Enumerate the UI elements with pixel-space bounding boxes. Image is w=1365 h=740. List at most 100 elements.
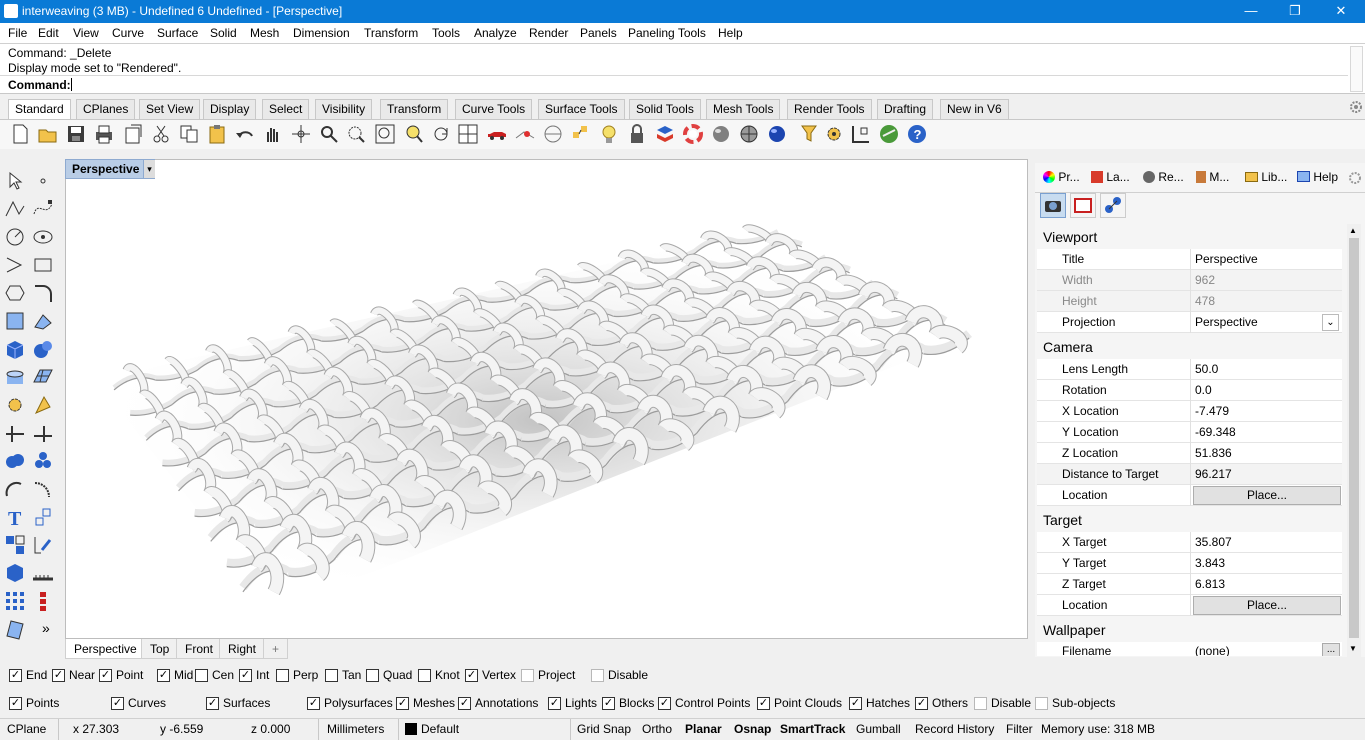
open-icon[interactable] [38,124,58,144]
ruler-icon[interactable] [32,562,54,584]
scroll-down-icon[interactable]: ▼ [1349,644,1357,653]
prop-row-z-location[interactable]: Z Location 51.836 [1037,443,1342,464]
viewport-menu-chevron-down-icon[interactable]: ▾ [143,160,155,178]
menu-help[interactable]: Help [718,26,743,40]
filter-icon[interactable] [800,124,820,144]
snap-icon[interactable] [851,124,871,144]
viewport-tab-right[interactable]: Right [219,639,266,659]
filter-checkbox[interactable]: ✓ [458,697,471,710]
prop-value[interactable]: 51.836 [1195,446,1232,460]
move-icon[interactable] [32,506,54,528]
tab-standard[interactable]: Standard [8,99,71,120]
tab-visibility[interactable]: Visibility [315,99,373,119]
menu-render[interactable]: Render [529,26,568,40]
cylinder-icon[interactable] [4,366,26,388]
osnap-checkbox[interactable]: ✓ [239,669,252,682]
boolean-union-icon[interactable] [4,450,26,472]
prop-row-y-location[interactable]: Y Location -69.348 [1037,422,1342,443]
filter-checkbox[interactable] [974,697,987,710]
tab-solid-tools[interactable]: Solid Tools [629,99,701,119]
prop-row-projection[interactable]: Projection Perspective ⌄ [1037,312,1342,333]
frame-icon[interactable] [1070,193,1096,218]
gumball-toggle[interactable]: Gumball [856,722,901,736]
prop-value[interactable]: 96.217 [1195,467,1232,481]
prop-row-x-location[interactable]: X Location -7.479 [1037,401,1342,422]
menu-analyze[interactable]: Analyze [474,26,517,40]
car-icon[interactable] [487,124,507,144]
filter-checkbox[interactable]: ✓ [849,697,862,710]
polygon-icon[interactable] [4,282,26,304]
units-label[interactable]: Millimeters [327,722,384,736]
menu-transform[interactable]: Transform [364,26,418,40]
tab-set-view[interactable]: Set View [139,99,201,119]
rectangle-icon[interactable] [32,254,54,276]
filter-toggle[interactable]: Filter [1006,722,1033,736]
polyline-icon[interactable] [4,198,26,220]
extrude-icon[interactable] [32,310,54,332]
scroll-thumb[interactable] [1349,238,1359,638]
panel-scrollbar[interactable]: ▲ ▼ [1347,224,1361,657]
help-icon[interactable]: ? [907,124,927,144]
zoom-window-icon[interactable] [346,124,366,144]
expand-palette-icon[interactable]: » [42,620,50,636]
save-icon[interactable] [66,124,86,144]
panel-tab-rendering[interactable]: Re... [1141,166,1186,190]
curve-icon[interactable] [32,198,54,220]
smarttrack-toggle[interactable]: SmartTrack [780,722,845,736]
close-button[interactable]: ✕ [1318,0,1364,23]
pan-icon[interactable] [262,124,282,144]
osnap-checkbox[interactable]: ✓ [52,669,65,682]
menu-solid[interactable]: Solid [210,26,237,40]
array-icon[interactable] [4,590,26,612]
tab-surface-tools[interactable]: Surface Tools [538,99,625,119]
target-place-button[interactable]: Place... [1193,596,1341,615]
chevron-down-icon[interactable]: ⌄ [1322,314,1339,331]
filter-checkbox[interactable]: ✓ [548,697,561,710]
prop-value[interactable]: -69.348 [1195,425,1236,439]
tab-display[interactable]: Display [203,99,257,119]
print-icon[interactable] [94,124,114,144]
panel-tab-libraries[interactable]: Lib... [1243,166,1289,190]
tab-render-tools[interactable]: Render Tools [787,99,872,119]
circle-icon[interactable] [4,226,26,248]
scroll-up-icon[interactable]: ▲ [1349,226,1357,235]
dimension-icon[interactable] [32,394,54,416]
gear-icon[interactable] [1349,100,1363,114]
four-viewports-icon[interactable] [458,124,478,144]
osnap-checkbox[interactable] [276,669,289,682]
prop-row-title[interactable]: Title Perspective [1037,249,1342,270]
transform-icon[interactable] [4,394,26,416]
camera-icon[interactable] [1040,193,1066,218]
osnap-toggle[interactable]: Osnap [734,722,771,736]
color-icon[interactable] [683,124,703,144]
split-icon[interactable] [32,422,54,444]
record-history-toggle[interactable]: Record History [915,722,994,736]
cplane-label[interactable]: CPlane [7,722,46,736]
tab-curve-tools[interactable]: Curve Tools [455,99,533,119]
layers-icon[interactable] [655,124,675,144]
prop-row-rotation[interactable]: Rotation 0.0 [1037,380,1342,401]
render-icon[interactable] [739,124,759,144]
menu-panels[interactable]: Panels [580,26,617,40]
prop-value[interactable]: 3.843 [1195,556,1225,570]
tab-mesh-tools[interactable]: Mesh Tools [706,99,781,119]
viewport-title[interactable]: Perspective [65,159,155,179]
copy-icon[interactable] [179,124,199,144]
menu-surface[interactable]: Surface [157,26,198,40]
camera-place-button[interactable]: Place... [1193,486,1341,505]
osnap-checkbox[interactable]: ✓ [99,669,112,682]
osnap-checkbox[interactable] [418,669,431,682]
prop-value[interactable]: 0.0 [1195,383,1212,397]
analyze-icon[interactable] [4,618,26,640]
select-arrow-icon[interactable] [4,170,26,192]
command-scrollbar[interactable] [1350,46,1363,92]
prop-row-lens-length[interactable]: Lens Length 50.0 [1037,359,1342,380]
osnap-checkbox[interactable] [325,669,338,682]
point-icon[interactable] [32,170,54,192]
osnap-checkbox[interactable] [591,669,604,682]
prop-row-distance-to-target[interactable]: Distance to Target 96.217 [1037,464,1342,485]
tab-new-in-v6[interactable]: New in V6 [940,99,1009,119]
array-linear-icon[interactable] [32,590,54,612]
browse-button[interactable]: ... [1322,643,1340,656]
text-icon[interactable]: T [4,506,26,528]
